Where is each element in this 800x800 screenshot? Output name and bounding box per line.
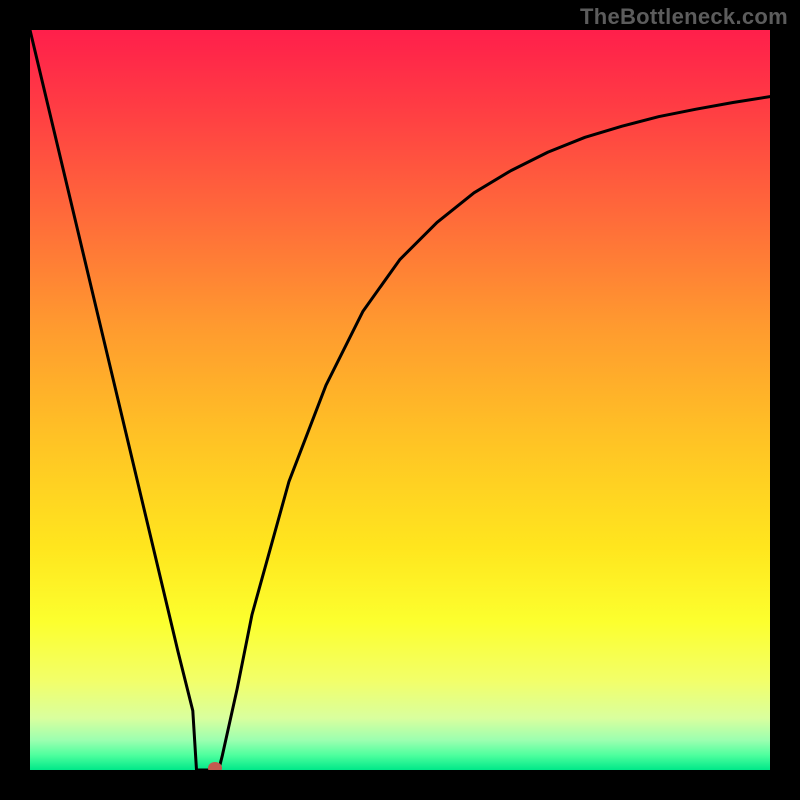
- chart-frame: TheBottleneck.com: [0, 0, 800, 800]
- bottleneck-curve: [30, 30, 770, 770]
- plot-area: [30, 30, 770, 770]
- attribution-label: TheBottleneck.com: [580, 4, 788, 30]
- optimum-marker: [208, 762, 222, 770]
